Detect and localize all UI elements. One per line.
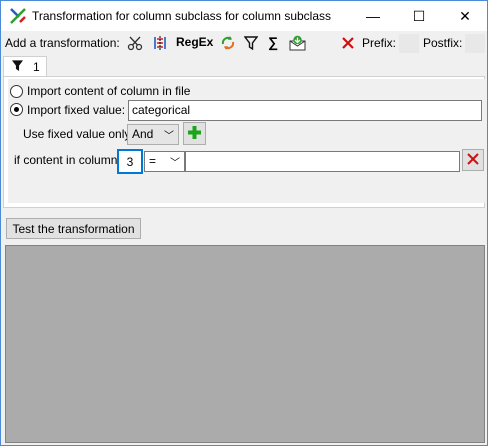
import-fixed-radio[interactable] [10, 103, 23, 116]
maximize-button[interactable]: ☐ [397, 1, 441, 31]
delete-x-icon[interactable] [339, 34, 357, 52]
cut-icon[interactable] [126, 34, 144, 52]
title-bar: Transformation for column subclass for c… [1, 1, 487, 31]
condition-column-input[interactable]: 3 [117, 149, 143, 174]
condition-label: if content in column [14, 153, 118, 167]
prefix-label: Prefix: [362, 36, 397, 50]
toolbar: Add a transformation: RegEx ∑ Prefix: Po… [1, 31, 487, 55]
postfix-label: Postfix: [423, 36, 463, 50]
test-transformation-label: Test the transformation [12, 221, 135, 236]
close-window-button[interactable]: ✕ [443, 1, 487, 31]
logic-operator-value: And [132, 127, 154, 141]
plus-icon [187, 125, 202, 143]
app-transform-icon [9, 7, 27, 25]
tab-strip: 1 [1, 55, 487, 77]
split-icon[interactable] [151, 34, 169, 52]
logic-operator-select[interactable]: And ﹀ [127, 124, 179, 145]
replace-icon[interactable] [219, 34, 237, 52]
dialog-window: Transformation for column subclass for c… [0, 0, 488, 446]
delete-x-icon [466, 152, 480, 169]
condition-value-input[interactable] [185, 151, 460, 172]
condition-operator-select[interactable]: = ﹀ [144, 151, 185, 172]
fixed-value-input[interactable]: categorical [128, 100, 482, 121]
close-icon: ✕ [459, 7, 471, 24]
tab-1[interactable]: 1 [3, 56, 47, 77]
remove-condition-button[interactable] [462, 149, 484, 171]
tab-label: 1 [33, 60, 40, 74]
preview-area [5, 245, 485, 443]
transformation-settings: Import content of column in file Import … [8, 79, 486, 203]
chevron-down-icon: ﹀ [164, 131, 174, 142]
maximize-icon: ☐ [412, 7, 426, 24]
use-fixed-value-label: Use fixed value only [23, 127, 131, 141]
add-condition-button[interactable] [183, 122, 206, 145]
insert-icon[interactable] [288, 34, 306, 52]
condition-operator-value: = [149, 154, 157, 168]
chevron-down-icon: ﹀ [170, 158, 180, 169]
filter-tab-icon [12, 60, 23, 74]
import-content-radio[interactable] [10, 85, 23, 98]
minimize-button[interactable]: — [351, 1, 395, 31]
import-content-label: Import content of column in file [27, 84, 191, 98]
condition-column-value: 3 [126, 154, 134, 169]
filter-icon[interactable] [243, 34, 259, 52]
prefix-input[interactable] [399, 34, 419, 53]
import-fixed-label: Import fixed value: [27, 103, 126, 117]
regex-button[interactable]: RegEx [176, 35, 213, 49]
sum-icon[interactable]: ∑ [268, 34, 278, 50]
minimize-icon: — [366, 8, 380, 24]
add-transformation-label: Add a transformation: [5, 36, 120, 50]
postfix-input[interactable] [465, 34, 485, 53]
window-title: Transformation for column subclass for c… [32, 9, 332, 23]
test-transformation-button[interactable]: Test the transformation [6, 218, 141, 239]
tab-panel: Import content of column in file Import … [3, 76, 486, 208]
